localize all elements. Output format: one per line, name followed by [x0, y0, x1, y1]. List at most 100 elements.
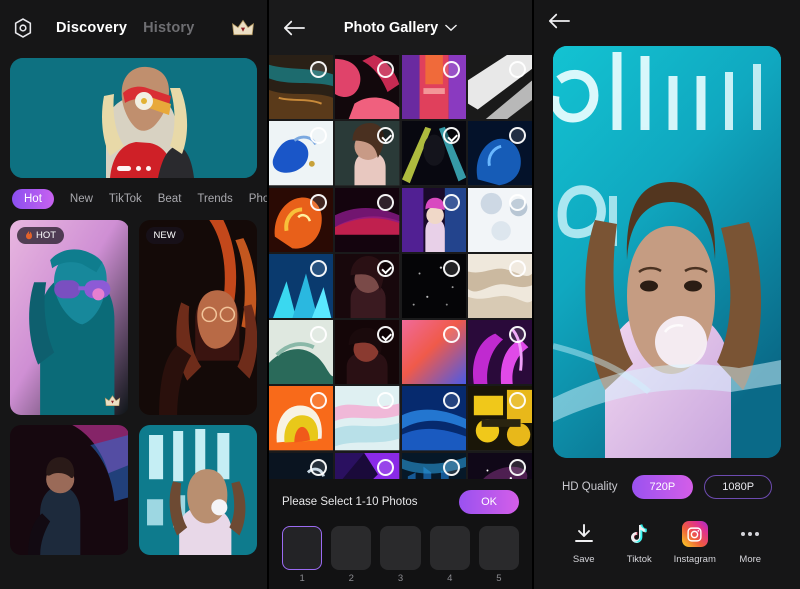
category-tiktok[interactable]: TikTok [109, 193, 142, 205]
slot-number: 1 [299, 573, 305, 584]
photo-cell[interactable] [467, 253, 532, 318]
pagination-dot[interactable] [116, 166, 131, 171]
category-hot[interactable]: Hot [12, 189, 54, 209]
photo-cell[interactable] [269, 386, 334, 451]
featured-banner[interactable] [10, 58, 257, 178]
banner-image [10, 58, 257, 178]
photo-cell[interactable] [269, 253, 334, 318]
photo-select-circle[interactable] [442, 127, 460, 145]
photo-cell[interactable] [269, 121, 334, 186]
photo-select-circle[interactable] [442, 458, 460, 476]
photo-select-circle[interactable] [509, 61, 526, 78]
tiktok-icon [627, 521, 651, 547]
share-more[interactable]: More [723, 521, 779, 565]
photo-cell[interactable] [401, 320, 466, 385]
template-card[interactable]: NEW [138, 220, 258, 415]
template-card[interactable]: HOT [10, 220, 129, 415]
photo-select-circle[interactable] [310, 458, 328, 476]
photo-cell[interactable] [269, 320, 334, 385]
photo-select-circle[interactable] [509, 326, 526, 343]
category-beat[interactable]: Beat [158, 193, 182, 205]
template-card[interactable] [138, 425, 258, 555]
photo-select-circle[interactable] [442, 259, 460, 277]
slot-item[interactable]: 5 [478, 526, 520, 584]
share-row: Save Tiktok Instagram More [534, 499, 800, 565]
photo-select-circle[interactable] [376, 392, 394, 410]
photo-cell[interactable] [335, 187, 400, 252]
photo-cell[interactable] [335, 386, 400, 451]
flame-icon [26, 231, 32, 240]
pagination-dot[interactable] [135, 166, 141, 171]
photo-select-circle[interactable] [509, 458, 526, 476]
photo-select-circle[interactable] [442, 392, 460, 410]
back-arrow-icon[interactable] [283, 19, 305, 37]
slot-box[interactable] [282, 526, 323, 570]
back-arrow-icon[interactable] [548, 12, 570, 35]
card-badge-label: NEW [153, 230, 176, 241]
photo-select-circle[interactable] [509, 193, 526, 211]
slot-box[interactable] [380, 526, 421, 570]
category-tabs: Hot New TikTok Beat Trends Pho [0, 178, 267, 218]
photo-gallery-screen: Photo Gallery Please Select 1-10 Photos … [267, 0, 534, 589]
slot-box[interactable] [429, 526, 470, 570]
photo-cell[interactable] [335, 121, 400, 186]
photo-select-circle[interactable] [376, 193, 394, 211]
photo-select-circle[interactable] [376, 259, 394, 277]
slot-box[interactable] [478, 526, 520, 570]
photo-select-circle[interactable] [442, 326, 460, 343]
photo-select-circle[interactable] [376, 127, 394, 145]
photo-cell[interactable] [401, 187, 466, 252]
slot-item[interactable]: 2 [331, 526, 372, 584]
selection-sheet: Please Select 1-10 Photos OK 1 2 3 4 5 [269, 479, 532, 589]
share-instagram[interactable]: Instagram [667, 521, 723, 565]
photo-cell[interactable] [335, 55, 400, 120]
slot-box[interactable] [331, 526, 372, 570]
preview-photo [553, 46, 781, 458]
category-trends[interactable]: Trends [197, 193, 232, 205]
slot-item[interactable]: 4 [429, 526, 470, 584]
photo-select-circle[interactable] [442, 61, 460, 78]
share-tiktok[interactable]: Tiktok [612, 521, 668, 565]
card-image [10, 425, 129, 555]
tab-discovery[interactable]: Discovery [56, 20, 127, 36]
photo-cell[interactable] [401, 55, 466, 120]
crown-icon[interactable] [231, 18, 255, 38]
photo-select-circle[interactable] [509, 259, 526, 277]
photo-cell[interactable] [335, 320, 400, 385]
photo-cell[interactable] [467, 187, 532, 252]
slot-item[interactable]: 3 [380, 526, 421, 584]
photo-cell[interactable] [401, 253, 466, 318]
photo-select-circle[interactable] [442, 193, 460, 211]
category-pho[interactable]: Pho [249, 193, 267, 205]
hd-quality-row: HD Quality 720P 1080P [534, 475, 800, 499]
template-card[interactable] [10, 425, 129, 555]
slot-number: 5 [496, 573, 502, 584]
page-title: Photo Gallery [343, 19, 439, 36]
tab-history[interactable]: History [143, 20, 194, 36]
photo-cell[interactable] [467, 55, 532, 120]
photo-cell[interactable] [401, 121, 466, 186]
photo-cell[interactable] [269, 187, 334, 252]
photo-select-circle[interactable] [310, 259, 328, 277]
photo-select-circle[interactable] [376, 458, 394, 476]
pagination-dot[interactable] [145, 166, 151, 171]
photo-cell[interactable] [335, 253, 400, 318]
quality-option-1080p[interactable]: 1080P [704, 475, 773, 499]
photo-cell[interactable] [467, 320, 532, 385]
photo-cell[interactable] [467, 386, 532, 451]
category-new[interactable]: New [70, 193, 93, 205]
photo-cell[interactable] [401, 386, 466, 451]
gear-icon[interactable] [12, 17, 34, 39]
photo-cell[interactable] [467, 121, 532, 186]
chevron-down-icon[interactable] [445, 19, 457, 37]
photo-select-circle[interactable] [376, 61, 394, 78]
slot-item[interactable]: 1 [282, 526, 323, 584]
photo-select-circle[interactable] [376, 326, 394, 343]
photo-select-circle[interactable] [310, 193, 328, 211]
share-save[interactable]: Save [556, 521, 612, 565]
quality-option-720p[interactable]: 720P [631, 475, 694, 499]
download-icon [572, 521, 596, 547]
preview-image[interactable] [553, 46, 781, 458]
photo-cell[interactable] [269, 55, 334, 120]
ok-button[interactable]: OK [459, 490, 519, 514]
